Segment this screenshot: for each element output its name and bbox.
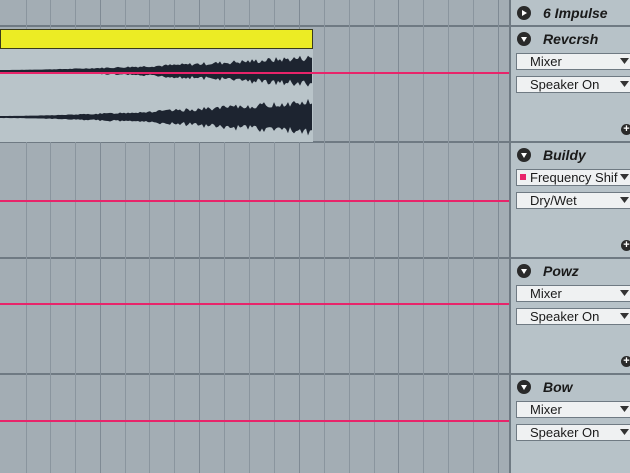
- automation-line-bow[interactable]: [0, 420, 509, 422]
- device-chooser[interactable]: Mixer: [516, 53, 630, 70]
- expand-track-icon[interactable]: [517, 6, 531, 20]
- track-name[interactable]: Bow: [543, 379, 573, 395]
- device-label: Frequency Shif: [530, 170, 618, 185]
- track-title: Powz: [517, 263, 579, 279]
- device-label: Mixer: [530, 54, 562, 69]
- chevron-down-icon: [620, 81, 629, 87]
- track-header-revcrsh: Revcrsh Mixer Speaker On +: [511, 27, 630, 143]
- chevron-down-icon: [620, 313, 629, 319]
- track-header-buildy: Buildy Frequency Shif Dry/Wet +: [511, 143, 630, 259]
- device-label: Mixer: [530, 402, 562, 417]
- collapse-track-icon[interactable]: [517, 148, 531, 162]
- chevron-down-icon: [620, 58, 629, 64]
- track-name[interactable]: Powz: [543, 263, 579, 279]
- grid-line: [473, 0, 474, 473]
- device-chooser[interactable]: Mixer: [516, 285, 630, 302]
- add-lane-plus-icon[interactable]: +: [621, 356, 630, 367]
- arrangement-area[interactable]: [0, 0, 509, 473]
- track-title: 6 Impulse: [517, 5, 608, 21]
- grid-line: [448, 0, 449, 473]
- grid-line: [398, 0, 399, 473]
- parameter-label: Speaker On: [530, 425, 600, 440]
- chevron-down-icon: [620, 290, 629, 296]
- parameter-chooser[interactable]: Speaker On: [516, 76, 630, 93]
- parameter-label: Speaker On: [530, 77, 600, 92]
- parameter-chooser[interactable]: Dry/Wet: [516, 192, 630, 209]
- lane-6-impulse[interactable]: [0, 0, 509, 27]
- add-lane-plus-icon[interactable]: +: [621, 240, 630, 251]
- grid-line: [349, 0, 350, 473]
- device-chooser[interactable]: Mixer: [516, 401, 630, 418]
- track-name[interactable]: Revcrsh: [543, 31, 598, 47]
- track-header-6-impulse: 6 Impulse: [511, 0, 630, 27]
- lane-powz[interactable]: [0, 259, 509, 375]
- grid-line: [423, 0, 424, 473]
- chevron-down-icon: [620, 197, 629, 203]
- chevron-down-icon: [620, 406, 629, 412]
- track-name[interactable]: 6 Impulse: [543, 5, 608, 21]
- waveform-channel: [0, 98, 312, 136]
- device-chooser[interactable]: Frequency Shif: [516, 169, 630, 186]
- parameter-label: Dry/Wet: [530, 193, 577, 208]
- lane-bow[interactable]: [0, 375, 509, 473]
- device-label: Mixer: [530, 286, 562, 301]
- chevron-down-icon: [620, 429, 629, 435]
- track-header-panel: 6 Impulse Revcrsh Mixer Speaker On + Bui…: [509, 0, 630, 473]
- automation-line-buildy[interactable]: [0, 200, 509, 202]
- chevron-down-icon: [620, 174, 629, 180]
- audio-clip-header[interactable]: [0, 29, 313, 49]
- track-title: Bow: [517, 379, 573, 395]
- grid-line: [374, 0, 375, 473]
- automation-line-revcrsh[interactable]: [0, 72, 509, 74]
- track-name[interactable]: Buildy: [543, 147, 586, 163]
- parameter-chooser[interactable]: Speaker On: [516, 424, 630, 441]
- parameter-chooser[interactable]: Speaker On: [516, 308, 630, 325]
- grid-line: [498, 0, 499, 473]
- grid-line: [324, 0, 325, 473]
- device-active-indicator-icon: [520, 174, 526, 180]
- collapse-track-icon[interactable]: [517, 380, 531, 394]
- add-lane-plus-icon[interactable]: +: [621, 124, 630, 135]
- collapse-track-icon[interactable]: [517, 264, 531, 278]
- collapse-track-icon[interactable]: [517, 32, 531, 46]
- track-title: Buildy: [517, 147, 586, 163]
- audio-clip-waveform: [0, 55, 312, 136]
- track-header-powz: Powz Mixer Speaker On +: [511, 259, 630, 375]
- track-title: Revcrsh: [517, 31, 598, 47]
- parameter-label: Speaker On: [530, 309, 600, 324]
- automation-line-powz[interactable]: [0, 303, 509, 305]
- track-header-bow: Bow Mixer Speaker On: [511, 375, 630, 473]
